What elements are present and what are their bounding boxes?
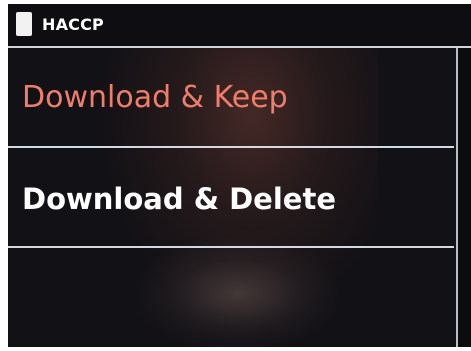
document-icon: [16, 12, 32, 36]
app-title: HACCP: [42, 15, 104, 34]
menu-item-download-keep[interactable]: Download & Keep: [8, 48, 454, 148]
menu-item-label: Download & Delete: [22, 182, 336, 216]
device-screen: HACCP Download & Keep Download & Delete: [8, 4, 471, 347]
menu-item-label: Download & Keep: [22, 80, 288, 115]
title-bar: HACCP: [8, 4, 471, 48]
menu-item-download-delete[interactable]: Download & Delete: [8, 148, 454, 248]
menu-item-empty[interactable]: [8, 248, 454, 347]
scrollbar[interactable]: [456, 48, 471, 347]
